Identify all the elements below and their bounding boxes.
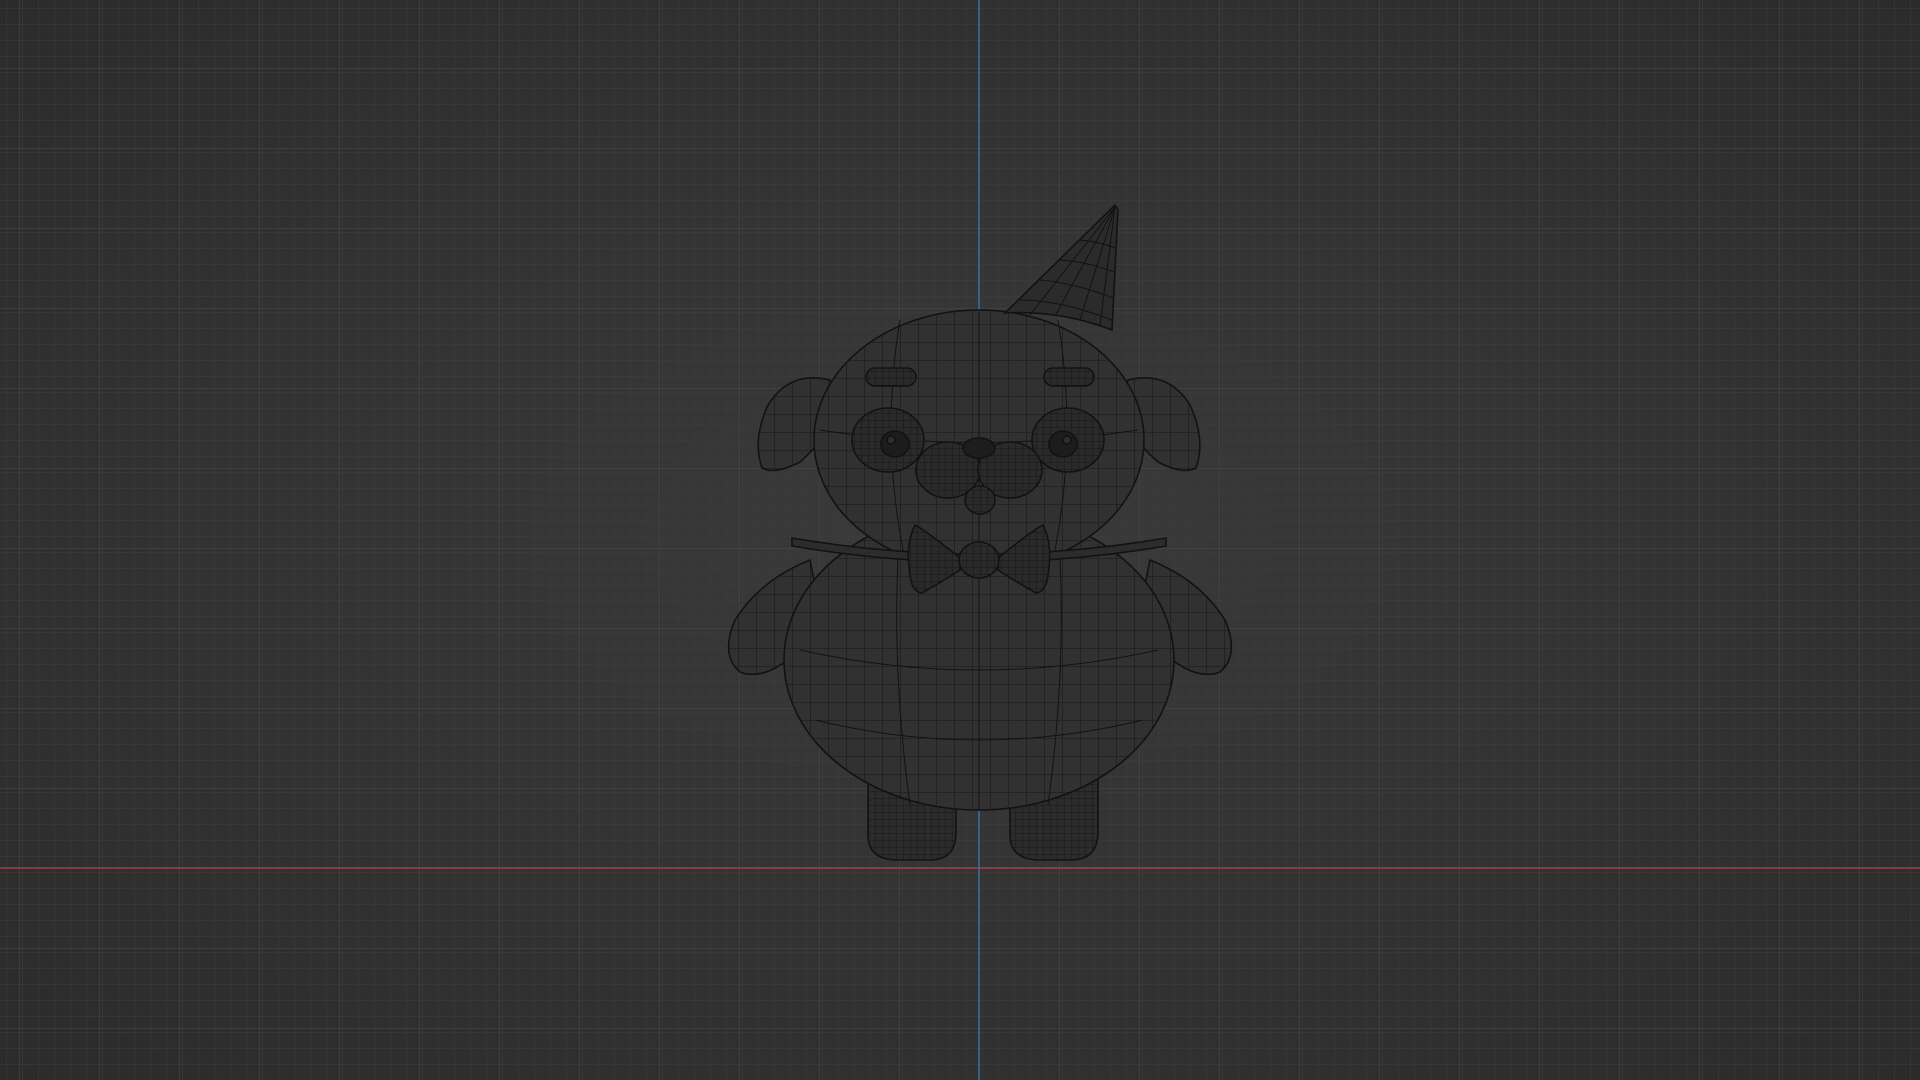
mouth[interactable] [964,485,996,515]
viewport-canvas[interactable] [0,0,1920,1080]
nose[interactable] [962,437,996,459]
right-brow[interactable] [1043,367,1095,387]
right-eye[interactable] [1031,407,1105,473]
left-eye[interactable] [851,407,925,473]
left-brow[interactable] [865,367,917,387]
3d-viewport[interactable] [0,0,1920,1080]
